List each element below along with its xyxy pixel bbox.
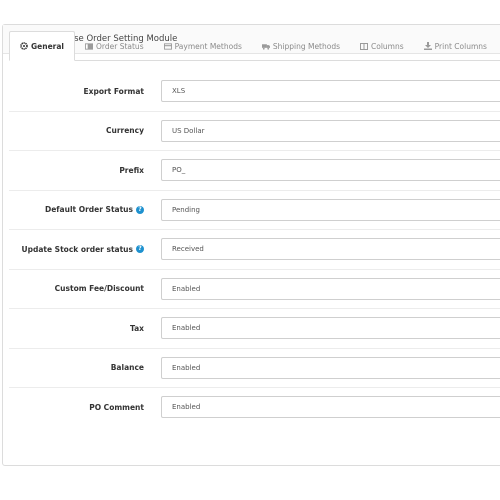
currency-select[interactable]: US Dollar <box>161 119 500 142</box>
update-stock-status-select[interactable]: Received <box>161 238 500 260</box>
tab-shipping-methods[interactable]: Shipping Methods <box>252 32 350 60</box>
gear-icon <box>20 42 28 50</box>
export-format-select[interactable]: XLS <box>161 80 500 102</box>
form-row-prefix: Prefix PO_ <box>9 151 500 191</box>
form-row-default-order-status: Default Order Status ? Pending <box>9 191 500 230</box>
help-icon[interactable]: ? <box>136 205 144 214</box>
form-row-export-format: Export Format XLS <box>9 72 500 112</box>
form-row-tax: Tax Enabled <box>9 309 500 349</box>
tab-general[interactable]: General <box>9 31 75 61</box>
form-row-po-comment: PO Comment Enabled <box>9 388 500 428</box>
field-label: Export Format <box>83 86 144 96</box>
tab-order-status[interactable]: Order Status <box>75 32 154 60</box>
field-label: PO Comment <box>89 403 144 413</box>
tab-label: General <box>31 41 64 51</box>
order-status-icon <box>85 42 93 50</box>
tab-payment-methods[interactable]: Payment Methods <box>154 32 252 60</box>
field-label: Custom Fee/Discount <box>54 284 144 294</box>
tab-label: Print Columns <box>434 41 487 51</box>
help-icon[interactable]: ? <box>136 245 144 254</box>
download-icon <box>423 42 432 50</box>
form-row-update-stock-status: Update Stock order status ? Received <box>9 230 500 270</box>
po-comment-select[interactable]: Enabled <box>161 396 500 418</box>
truck-icon <box>261 42 270 50</box>
field-label: Update Stock order status ? <box>22 230 144 269</box>
default-order-status-select[interactable]: Pending <box>161 198 500 221</box>
credit-card-icon <box>163 42 172 50</box>
tab-label: Order Status <box>96 41 144 51</box>
custom-fee-select[interactable]: Enabled <box>161 277 500 300</box>
balance-select[interactable]: Enabled <box>161 356 500 379</box>
tab-bar: General Order Status Payment Methods Shi… <box>9 30 500 61</box>
prefix-input[interactable]: PO_ <box>161 159 500 181</box>
field-label: Balance <box>110 363 144 373</box>
tab-print-columns[interactable]: Print Columns <box>414 32 497 60</box>
field-label: Prefix <box>119 165 144 175</box>
tab-label: Columns <box>371 41 404 51</box>
settings-form: Export Format XLS Currency US Dollar Pre… <box>9 72 500 428</box>
tab-columns[interactable]: Columns <box>350 32 414 60</box>
form-row-currency: Currency US Dollar <box>9 112 500 151</box>
tax-select[interactable]: Enabled <box>161 317 500 339</box>
tab-label: Payment Methods <box>174 41 242 51</box>
columns-icon <box>360 42 369 50</box>
field-label: Currency <box>105 126 144 136</box>
field-label: Default Order Status ? <box>45 191 144 230</box>
field-label: Tax <box>129 323 144 333</box>
tab-label: Shipping Methods <box>272 41 341 51</box>
form-row-balance: Balance Enabled <box>9 349 500 388</box>
form-row-custom-fee: Custom Fee/Discount Enabled <box>9 270 500 309</box>
